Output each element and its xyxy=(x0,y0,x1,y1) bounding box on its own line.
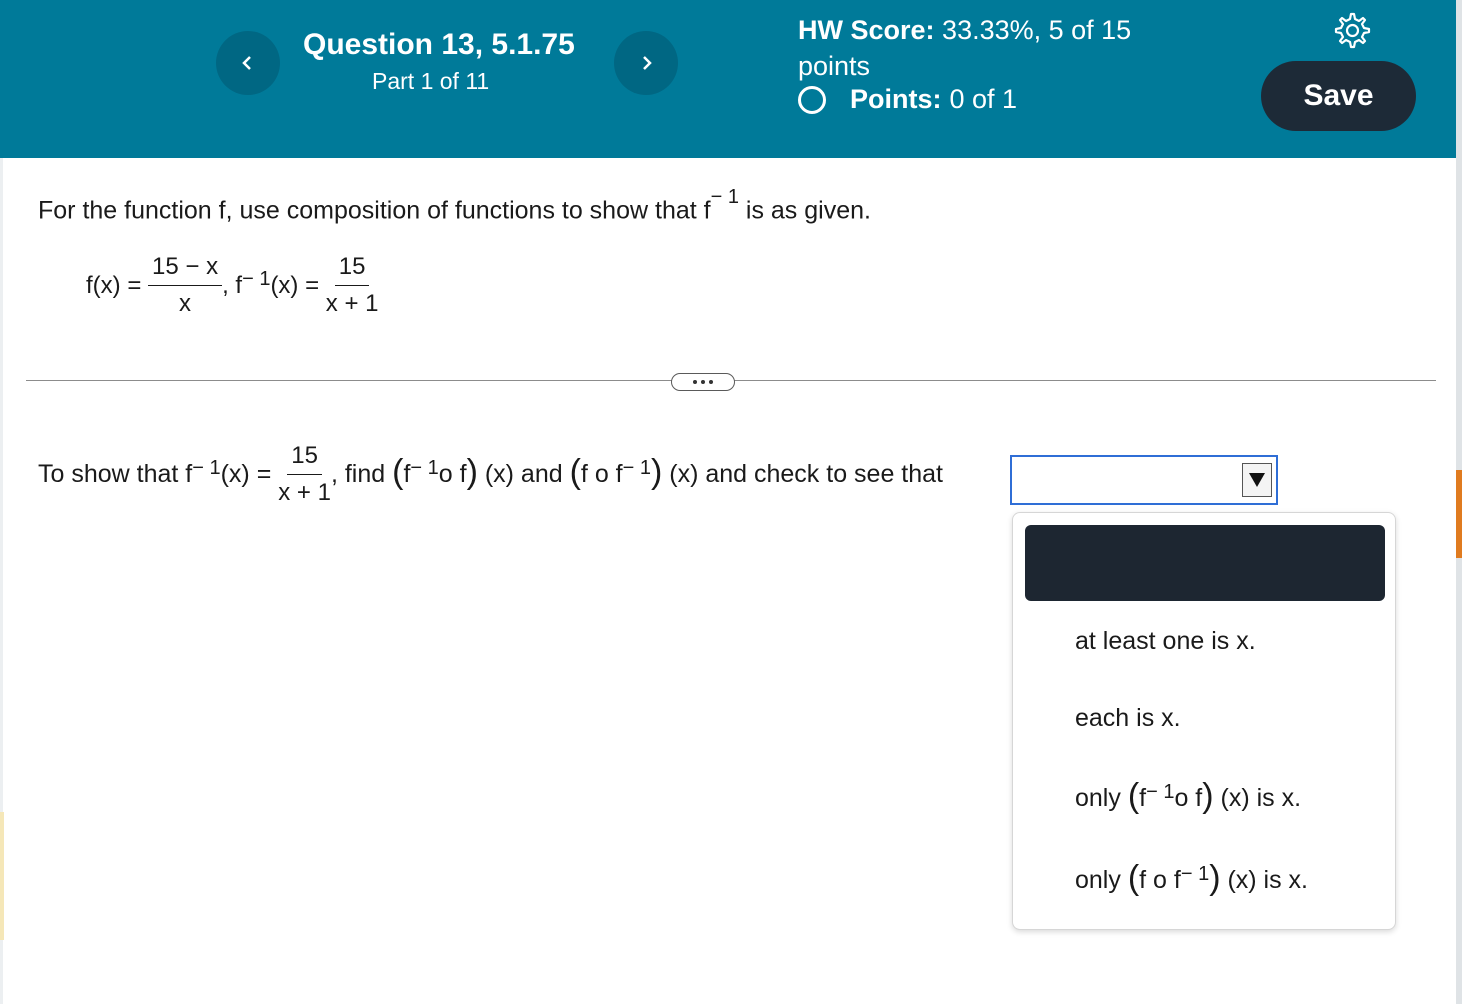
hw-score: HW Score: 33.33%, 5 of 15 points xyxy=(798,12,1168,84)
points-value: 0 of 1 xyxy=(949,84,1018,114)
comp1-a: f xyxy=(403,460,411,488)
points-status: Points: 0 of 1 xyxy=(798,84,1017,115)
dropdown-arrow[interactable] xyxy=(1242,463,1272,497)
dropdown-menu: at least one is x. each is x. only (f − 1… xyxy=(1012,512,1396,930)
option-comp-a: f o f xyxy=(1139,866,1181,894)
finv-denominator: x + 1 xyxy=(325,290,379,317)
option-comp-b: o f xyxy=(1174,784,1203,812)
right-edge-tab[interactable] xyxy=(1456,470,1462,558)
finv-numerator: 15 xyxy=(334,253,370,286)
instr-fraction: 15 x + 1 xyxy=(278,442,331,507)
instr-text-1: To show that f xyxy=(38,460,193,488)
answer-dropdown[interactable] xyxy=(1010,455,1278,505)
dropdown-option[interactable]: only (f o f − 1) (x) is x. xyxy=(1075,859,1309,900)
left-edge-highlight xyxy=(0,812,4,940)
chevron-right-icon xyxy=(643,56,652,70)
instr-inverse-exponent: − 1 xyxy=(192,457,221,479)
comp1-b: o f xyxy=(438,460,467,488)
expand-more-button[interactable] xyxy=(671,373,735,391)
option-text: only xyxy=(1075,784,1128,812)
previous-question-button[interactable] xyxy=(216,31,280,95)
option-text-end: (x) is x. xyxy=(1213,784,1302,812)
instr-numerator: 15 xyxy=(287,442,322,475)
save-button[interactable]: Save xyxy=(1261,61,1416,131)
gear-icon[interactable] xyxy=(1331,10,1371,50)
prompt-text: For the function f, use composition of f… xyxy=(38,196,711,225)
finv-lhs: (x) = xyxy=(270,271,326,299)
instr-text-5: (x) and check to see that xyxy=(662,460,943,488)
f-denominator: x xyxy=(179,290,192,317)
points-label: Points: xyxy=(850,84,942,114)
hw-score-label: HW Score: xyxy=(798,15,935,45)
instr-text-4: (x) and xyxy=(477,460,570,488)
f-lhs: f(x) = xyxy=(86,271,149,299)
option-exponent: − 1 xyxy=(1146,781,1175,803)
f-numerator: 15 − x xyxy=(148,253,223,286)
question-title: Question 13, 5.1.75 xyxy=(303,28,575,61)
f-fraction: 15 − x x xyxy=(148,253,223,318)
prompt-text-end: is as given. xyxy=(738,196,871,225)
dropdown-option-blank[interactable] xyxy=(1025,525,1385,601)
comp2-a: f o f xyxy=(580,460,623,488)
option-exponent: − 1 xyxy=(1180,863,1210,885)
comp2-exponent: − 1 xyxy=(622,457,651,479)
triangle-down-icon xyxy=(1249,473,1265,487)
dropdown-option[interactable]: at least one is x. xyxy=(1075,627,1256,656)
option-text: only xyxy=(1075,866,1128,894)
prompt-inverse-exponent: − 1 xyxy=(710,186,739,208)
instr-text-3: , find xyxy=(330,460,393,488)
dropdown-option[interactable]: each is x. xyxy=(1075,704,1181,733)
instruction-text: To show that f − 1 (x) = 15 x + 1 , find (… xyxy=(38,442,943,507)
comp1-exponent: − 1 xyxy=(410,457,439,479)
instr-text-2: (x) = xyxy=(220,460,279,488)
f-separator: , f xyxy=(222,271,243,299)
option-comp-a: f xyxy=(1139,784,1147,812)
question-header: Question 13, 5.1.75 Part 1 of 11 HW Scor… xyxy=(0,0,1456,158)
chevron-left-icon xyxy=(242,56,251,70)
next-question-button[interactable] xyxy=(614,31,678,95)
question-prompt: For the function f, use composition of f… xyxy=(38,186,871,225)
finv-fraction: 15 x + 1 xyxy=(326,253,379,318)
finv-exponent: − 1 xyxy=(242,268,271,290)
function-definition: f(x) = 15 − x x , f − 1 (x) = 15 x + 1 xyxy=(86,253,378,318)
question-part: Part 1 of 11 xyxy=(372,68,490,94)
instr-denominator: x + 1 xyxy=(278,479,331,506)
option-text-end: (x) is x. xyxy=(1220,866,1309,894)
points-status-icon xyxy=(798,85,826,114)
dropdown-option[interactable]: only (f − 1o f) (x) is x. xyxy=(1075,777,1302,818)
